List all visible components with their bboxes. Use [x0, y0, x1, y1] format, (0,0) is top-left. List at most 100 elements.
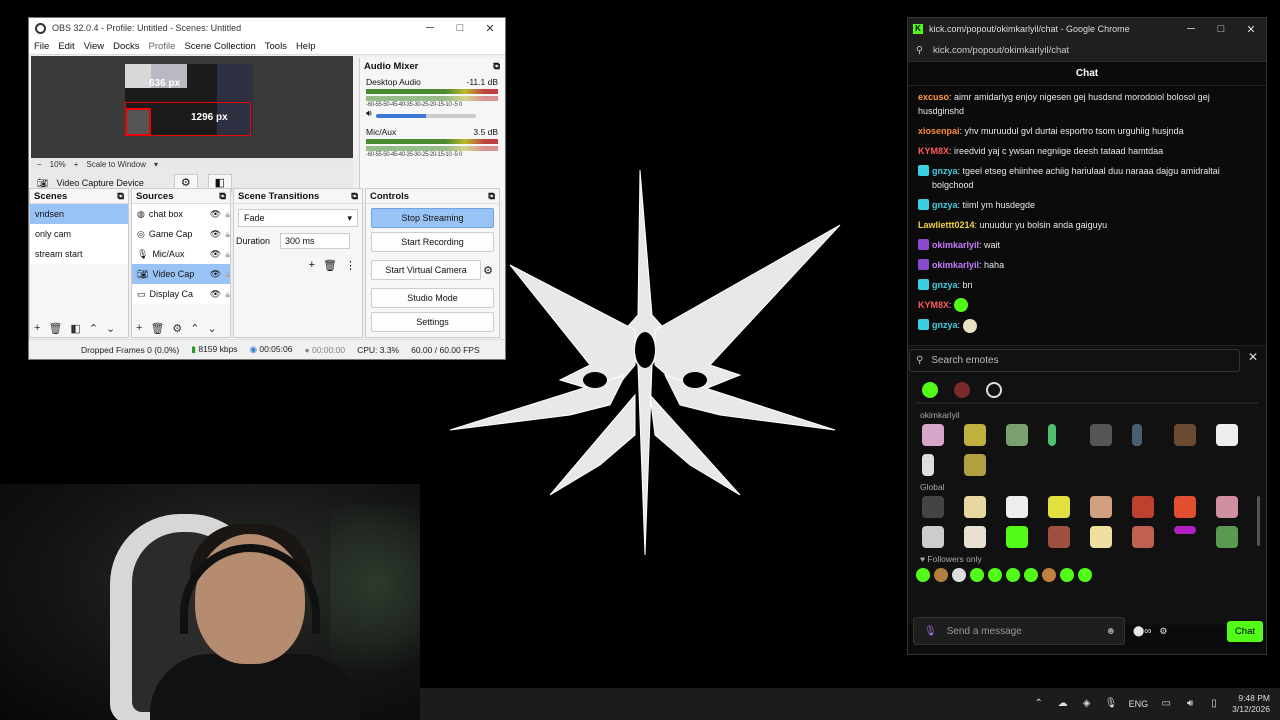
- speaker-icon[interactable]: 🔊︎: [1184, 698, 1196, 710]
- undock-icon[interactable]: ⧉: [117, 191, 124, 202]
- emote[interactable]: [1216, 424, 1238, 446]
- emote[interactable]: [964, 526, 986, 548]
- close-icon[interactable]: ✕: [475, 22, 505, 35]
- emote[interactable]: [1048, 424, 1056, 446]
- menu-file[interactable]: File: [34, 41, 49, 52]
- globe-icon[interactable]: [986, 382, 1002, 398]
- channel-emotes-tab[interactable]: [954, 382, 970, 398]
- start-virtual-camera-button[interactable]: Start Virtual Camera: [371, 260, 482, 280]
- lock-icon[interactable]: 🔒︎: [225, 264, 230, 284]
- emote[interactable]: [1060, 568, 1074, 582]
- microphone-icon[interactable]: 🎙︎: [1105, 698, 1118, 710]
- gear-icon[interactable]: ⚙: [1159, 626, 1167, 637]
- menu-view[interactable]: View: [84, 41, 104, 52]
- menu-help[interactable]: Help: [296, 41, 316, 52]
- stop-streaming-button[interactable]: Stop Streaming: [371, 208, 494, 228]
- gear-icon[interactable]: ⚙: [483, 264, 493, 277]
- speaker-icon[interactable]: 🔊︎: [366, 108, 372, 119]
- chat-emote[interactable]: [954, 298, 969, 313]
- emote[interactable]: [1006, 568, 1020, 582]
- emote[interactable]: [970, 568, 984, 582]
- eye-icon[interactable]: 👁︎: [210, 224, 221, 244]
- zoom-out-icon[interactable]: −: [37, 160, 42, 169]
- emote[interactable]: [1090, 496, 1112, 518]
- zoom-in-icon[interactable]: +: [74, 160, 79, 169]
- language-indicator[interactable]: ENG: [1129, 699, 1149, 709]
- emote[interactable]: [1174, 424, 1196, 446]
- scene-item[interactable]: stream start: [30, 244, 128, 264]
- emote[interactable]: [916, 568, 930, 582]
- lock-icon[interactable]: 🔒︎: [225, 244, 230, 264]
- add-icon[interactable]: +: [34, 322, 40, 335]
- chat-username[interactable]: excuso: [918, 92, 949, 102]
- emote[interactable]: [922, 496, 944, 518]
- chevron-down-icon[interactable]: ▾: [154, 160, 158, 169]
- chevron-down-icon[interactable]: ⌄: [106, 322, 115, 335]
- trash-icon[interactable]: 🗑︎: [150, 322, 164, 335]
- chat-send-button[interactable]: Chat: [1226, 620, 1263, 642]
- emote[interactable]: [934, 568, 948, 582]
- emote[interactable]: [964, 424, 986, 446]
- emote[interactable]: [922, 424, 944, 446]
- network-icon[interactable]: ▭: [1160, 698, 1172, 710]
- emote[interactable]: [1090, 424, 1112, 446]
- cloud-icon[interactable]: ☁: [1057, 698, 1069, 710]
- emote[interactable]: [1042, 568, 1056, 582]
- chat-username[interactable]: KYM8X: [918, 300, 949, 310]
- chat-username[interactable]: okimkarlyil: [932, 240, 979, 250]
- emote[interactable]: [1132, 526, 1154, 548]
- eye-icon[interactable]: 👁︎: [210, 244, 221, 264]
- emote-search-input[interactable]: ⚲ Search emotes: [909, 349, 1240, 372]
- eye-icon[interactable]: 👁︎: [210, 204, 221, 224]
- emote[interactable]: [1006, 496, 1028, 518]
- maximize-icon[interactable]: □: [1206, 23, 1236, 36]
- eye-icon[interactable]: 👁︎: [210, 264, 221, 284]
- emote[interactable]: [1132, 496, 1154, 518]
- source-item[interactable]: 🎙︎ Mic/Aux 👁︎ 🔒︎: [132, 244, 230, 264]
- undock-icon[interactable]: ⧉: [493, 61, 500, 72]
- transition-select[interactable]: Fade ▾: [238, 209, 358, 227]
- emote[interactable]: [1174, 526, 1196, 534]
- lock-icon[interactable]: 🔒︎: [225, 204, 230, 224]
- scale-mode-select[interactable]: Scale to Window: [86, 160, 146, 169]
- emote[interactable]: [964, 496, 986, 518]
- undock-icon[interactable]: ⧉: [488, 191, 495, 202]
- points-icon[interactable]: ⬤∞: [1133, 626, 1151, 637]
- kick-emotes-tab[interactable]: [922, 382, 938, 398]
- eye-icon[interactable]: 👁︎: [210, 284, 221, 304]
- settings-button[interactable]: Settings: [371, 312, 494, 332]
- emote[interactable]: [1078, 568, 1092, 582]
- chat-username[interactable]: okimkarlyil: [932, 260, 979, 270]
- chat-username[interactable]: gnzya: [932, 320, 958, 330]
- close-icon[interactable]: ✕: [1248, 350, 1258, 364]
- source-item[interactable]: ◎ Game Cap 👁︎ 🔒︎: [132, 224, 230, 244]
- duration-input[interactable]: 300 ms: [280, 233, 351, 249]
- emote[interactable]: [1048, 496, 1070, 518]
- undock-icon[interactable]: ⧉: [219, 191, 226, 202]
- trash-icon[interactable]: 🗑︎: [48, 322, 62, 335]
- chevron-up-icon[interactable]: ⌃: [1033, 698, 1045, 710]
- close-icon[interactable]: ✕: [1236, 23, 1266, 36]
- maximize-icon[interactable]: □: [445, 22, 475, 35]
- chevron-up-icon[interactable]: ⌃: [89, 322, 98, 335]
- chat-emote[interactable]: [962, 319, 977, 333]
- source-item[interactable]: ▭ Display Ca 👁︎ 🔒︎: [132, 284, 230, 304]
- emote[interactable]: [1216, 526, 1238, 548]
- emote[interactable]: [952, 568, 966, 582]
- undock-icon[interactable]: ⧉: [351, 191, 358, 202]
- menu-tools[interactable]: Tools: [265, 41, 287, 52]
- microphone-icon[interactable]: 🎙︎: [924, 626, 937, 637]
- emote[interactable]: [1174, 496, 1196, 518]
- scene-item[interactable]: only cam: [30, 224, 128, 244]
- more-icon[interactable]: ⋮: [345, 259, 356, 272]
- chevron-down-icon[interactable]: ⌄: [208, 322, 217, 335]
- selection-box[interactable]: [125, 102, 251, 136]
- emoji-icon[interactable]: ☻: [1105, 626, 1116, 637]
- emote[interactable]: [1006, 526, 1028, 548]
- chat-username[interactable]: gnzya: [932, 280, 958, 290]
- menu-docks[interactable]: Docks: [113, 41, 139, 52]
- chat-username[interactable]: xiosenpai: [918, 126, 960, 136]
- clock[interactable]: 9:48 PM 3/12/2026: [1232, 693, 1270, 715]
- trash-icon[interactable]: 🗑︎: [323, 259, 337, 272]
- menu-edit[interactable]: Edit: [58, 41, 74, 52]
